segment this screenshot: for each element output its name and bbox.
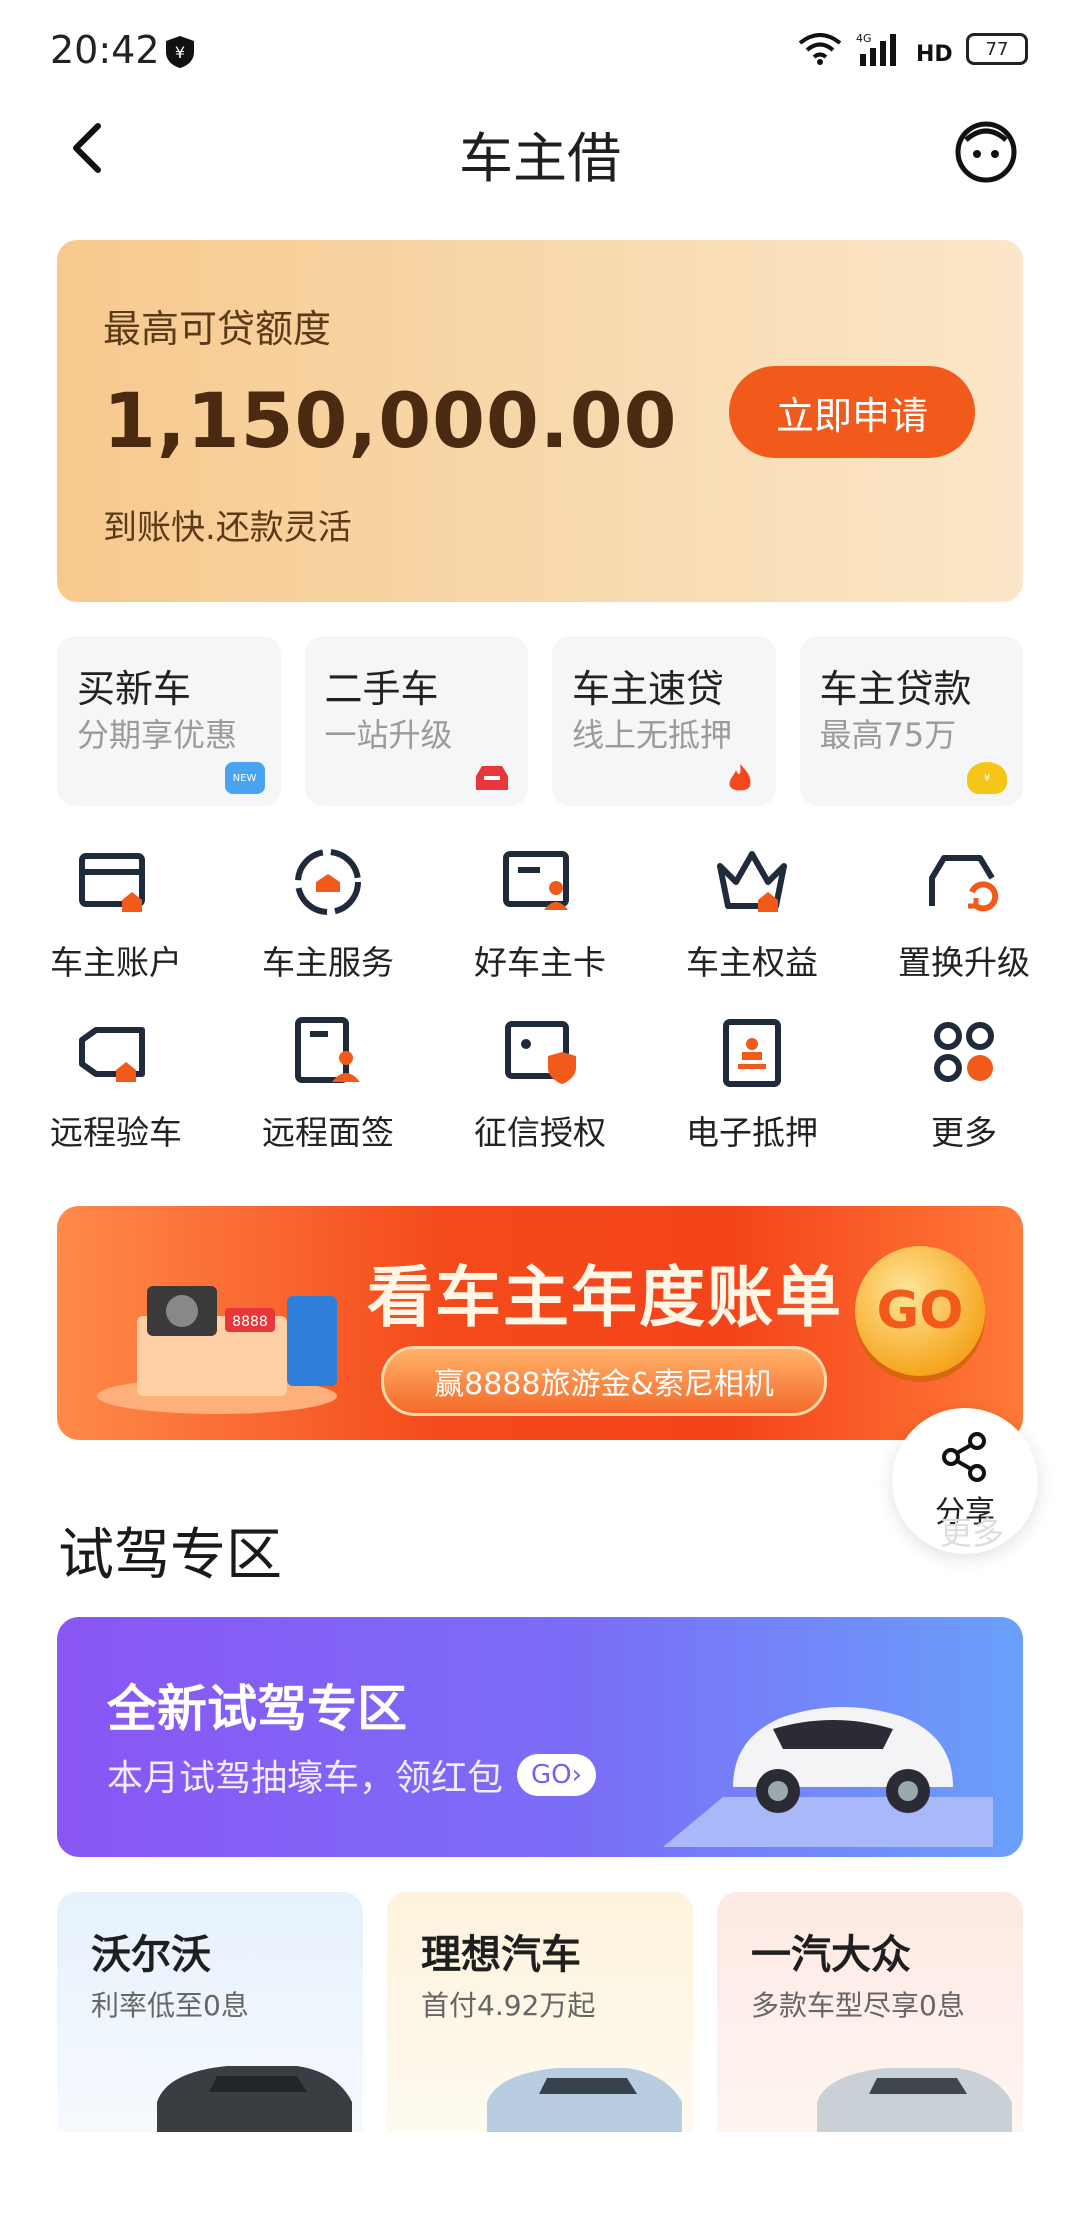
quick-card-fast-loan[interactable]: 车主速贷 线上无抵押 xyxy=(552,636,776,806)
account-card-icon xyxy=(79,853,145,912)
apply-now-button[interactable]: 立即申请 xyxy=(729,366,975,458)
quick-card-subtitle: 线上无抵押 xyxy=(572,716,733,754)
car-thumbnail xyxy=(817,2068,1012,2132)
shield-yen-icon: ¥ xyxy=(166,36,194,68)
grid-item-label: 车主服务 xyxy=(262,943,394,982)
loan-card: 最高可贷额度 1,150,000.00 到账快.还款灵活 立即申请 xyxy=(57,240,1023,602)
grid-item-label: 远程面签 xyxy=(262,1113,394,1152)
credit-auth-icon xyxy=(505,1021,576,1084)
svg-text:4G: 4G xyxy=(856,32,872,45)
brand-name: 沃尔沃 xyxy=(91,1932,211,1978)
test-drive-subtitle-text: 本月试驾抽壕车，领红包 xyxy=(107,1758,504,1799)
annual-bill-banner[interactable]: 8888 看车主年度账单 赢8888旅游金&索尼相机 GO xyxy=(57,1206,1023,1440)
battery-indicator: 77 xyxy=(966,33,1028,65)
crown-icon xyxy=(717,851,787,912)
wifi-icon xyxy=(798,33,842,65)
quick-card-title: 二手车 xyxy=(324,667,439,711)
grid-item-service[interactable]: 车主服务 xyxy=(222,842,434,984)
quick-card-subtitle: 分期享优惠 xyxy=(77,716,238,754)
grid-item-label: 车主账户 xyxy=(50,943,182,982)
grid-item-credit[interactable]: 征信授权 xyxy=(434,1012,646,1154)
gift-box-icon: 8888 xyxy=(97,1286,337,1414)
grid-item-remote-sign[interactable]: 远程面签 xyxy=(222,1012,434,1154)
svg-text:8888: 8888 xyxy=(232,1314,268,1330)
status-icons: 4G HD 77 xyxy=(798,32,1028,66)
quick-card-used-car[interactable]: 二手车 一站升级 xyxy=(304,636,528,806)
brand-name: 一汽大众 xyxy=(751,1932,911,1978)
share-icon xyxy=(942,1432,986,1482)
car-illustration xyxy=(663,1707,993,1847)
customer-service-icon[interactable] xyxy=(952,116,1020,184)
hd-icon: HD xyxy=(916,42,952,65)
status-time: 20:42 xyxy=(50,28,160,72)
loan-subtitle: 到账快.还款灵活 xyxy=(103,508,352,548)
svg-text:¥: ¥ xyxy=(175,43,185,62)
loan-limit-label: 最高可贷额度 xyxy=(103,307,332,351)
camera-inspect-icon xyxy=(79,1027,145,1082)
page-title: 车主借 xyxy=(459,127,621,190)
feature-grid: 车主账户 车主服务 好车主卡 车主权益 置换升级 远程验车 远程面签 征信授权 … xyxy=(10,842,1070,1154)
grid-item-label: 征信授权 xyxy=(474,1113,606,1152)
grid-item-e-mortgage[interactable]: 电子抵押 xyxy=(646,1012,858,1154)
stamp-doc-icon xyxy=(723,1019,781,1087)
brand-subtitle: 首付4.92万起 xyxy=(421,1989,596,2022)
brand-card-volvo[interactable]: 沃尔沃 利率低至0息 xyxy=(57,1892,363,2132)
grid-item-label: 好车主卡 xyxy=(474,943,606,982)
car-thumbnail xyxy=(487,2068,682,2132)
quick-card-title: 买新车 xyxy=(77,667,192,711)
section-title-test-drive: 试驾专区 xyxy=(58,1523,282,1588)
test-drive-title: 全新试驾专区 xyxy=(107,1680,407,1738)
grid-item-account[interactable]: 车主账户 xyxy=(10,842,222,984)
brand-card-faw-vw[interactable]: 一汽大众 多款车型尽享0息 xyxy=(717,1892,1023,2132)
test-drive-go-button[interactable]: GO › xyxy=(517,1754,597,1796)
grid-item-label: 置换升级 xyxy=(898,943,1030,982)
signal-icon: 4G xyxy=(856,32,896,66)
more-link[interactable]: 更多 xyxy=(940,1508,1004,1554)
grid-item-swap[interactable]: 置换升级 xyxy=(858,842,1070,984)
quick-card-title: 车主贷款 xyxy=(819,667,972,711)
member-card-icon xyxy=(503,851,569,910)
brand-card-row: 沃尔沃 利率低至0息 理想汽车 首付4.92万起 一汽大众 多款车型尽享0息 xyxy=(57,1892,1023,2132)
banner-prize-pill: 赢8888旅游金&索尼相机 xyxy=(381,1346,827,1416)
fire-icon xyxy=(729,764,751,791)
brand-name: 理想汽车 xyxy=(421,1932,581,1978)
quick-card-owner-loan[interactable]: 车主贷款 最高75万 ¥ xyxy=(799,636,1023,806)
remote-sign-icon xyxy=(295,1017,360,1083)
grid-item-label: 车主权益 xyxy=(686,943,818,982)
grid-item-label: 更多 xyxy=(931,1113,997,1152)
swap-car-icon xyxy=(929,855,999,912)
grid-item-benefits[interactable]: 车主权益 xyxy=(646,842,858,984)
quick-card-title: 车主速贷 xyxy=(572,667,725,711)
money-bag-icon: ¥ xyxy=(967,762,1007,794)
grid-item-more[interactable]: 更多 xyxy=(858,1012,1070,1154)
test-drive-banner[interactable]: 全新试驾专区 本月试驾抽壕车，领红包 GO › xyxy=(57,1617,1023,1857)
quick-card-new-car[interactable]: 买新车 分期享优惠 NEW xyxy=(57,636,281,806)
grid-item-remote-inspect[interactable]: 远程验车 xyxy=(10,1012,222,1154)
grid-item-card[interactable]: 好车主卡 xyxy=(434,842,646,984)
more-dots-icon xyxy=(934,1022,994,1082)
test-drive-subtitle: 本月试驾抽壕车，领红包 GO › xyxy=(107,1749,597,1801)
car-badge-icon xyxy=(476,766,508,790)
brand-subtitle: 利率低至0息 xyxy=(91,1989,249,2022)
new-badge-icon: NEW xyxy=(224,762,265,794)
banner-go-button[interactable]: GO xyxy=(855,1246,985,1376)
quick-card-subtitle: 最高75万 xyxy=(819,716,957,754)
grid-item-label: 远程验车 xyxy=(50,1113,182,1152)
car-thumbnail xyxy=(157,2066,352,2132)
brand-subtitle: 多款车型尽享0息 xyxy=(751,1989,965,2022)
quick-card-subtitle: 一站升级 xyxy=(324,716,453,754)
svg-text:HD: HD xyxy=(916,42,952,65)
loan-limit-amount: 1,150,000.00 xyxy=(103,376,678,465)
quick-entry-row: 买新车 分期享优惠 NEW 二手车 一站升级 车主速贷 线上无抵押 车主贷款 最… xyxy=(57,636,1023,806)
grid-item-label: 电子抵押 xyxy=(686,1113,818,1152)
service-circle-icon xyxy=(295,849,361,915)
brand-card-li-auto[interactable]: 理想汽车 首付4.92万起 xyxy=(387,1892,693,2132)
banner-title: 看车主年度账单 xyxy=(367,1259,843,1336)
